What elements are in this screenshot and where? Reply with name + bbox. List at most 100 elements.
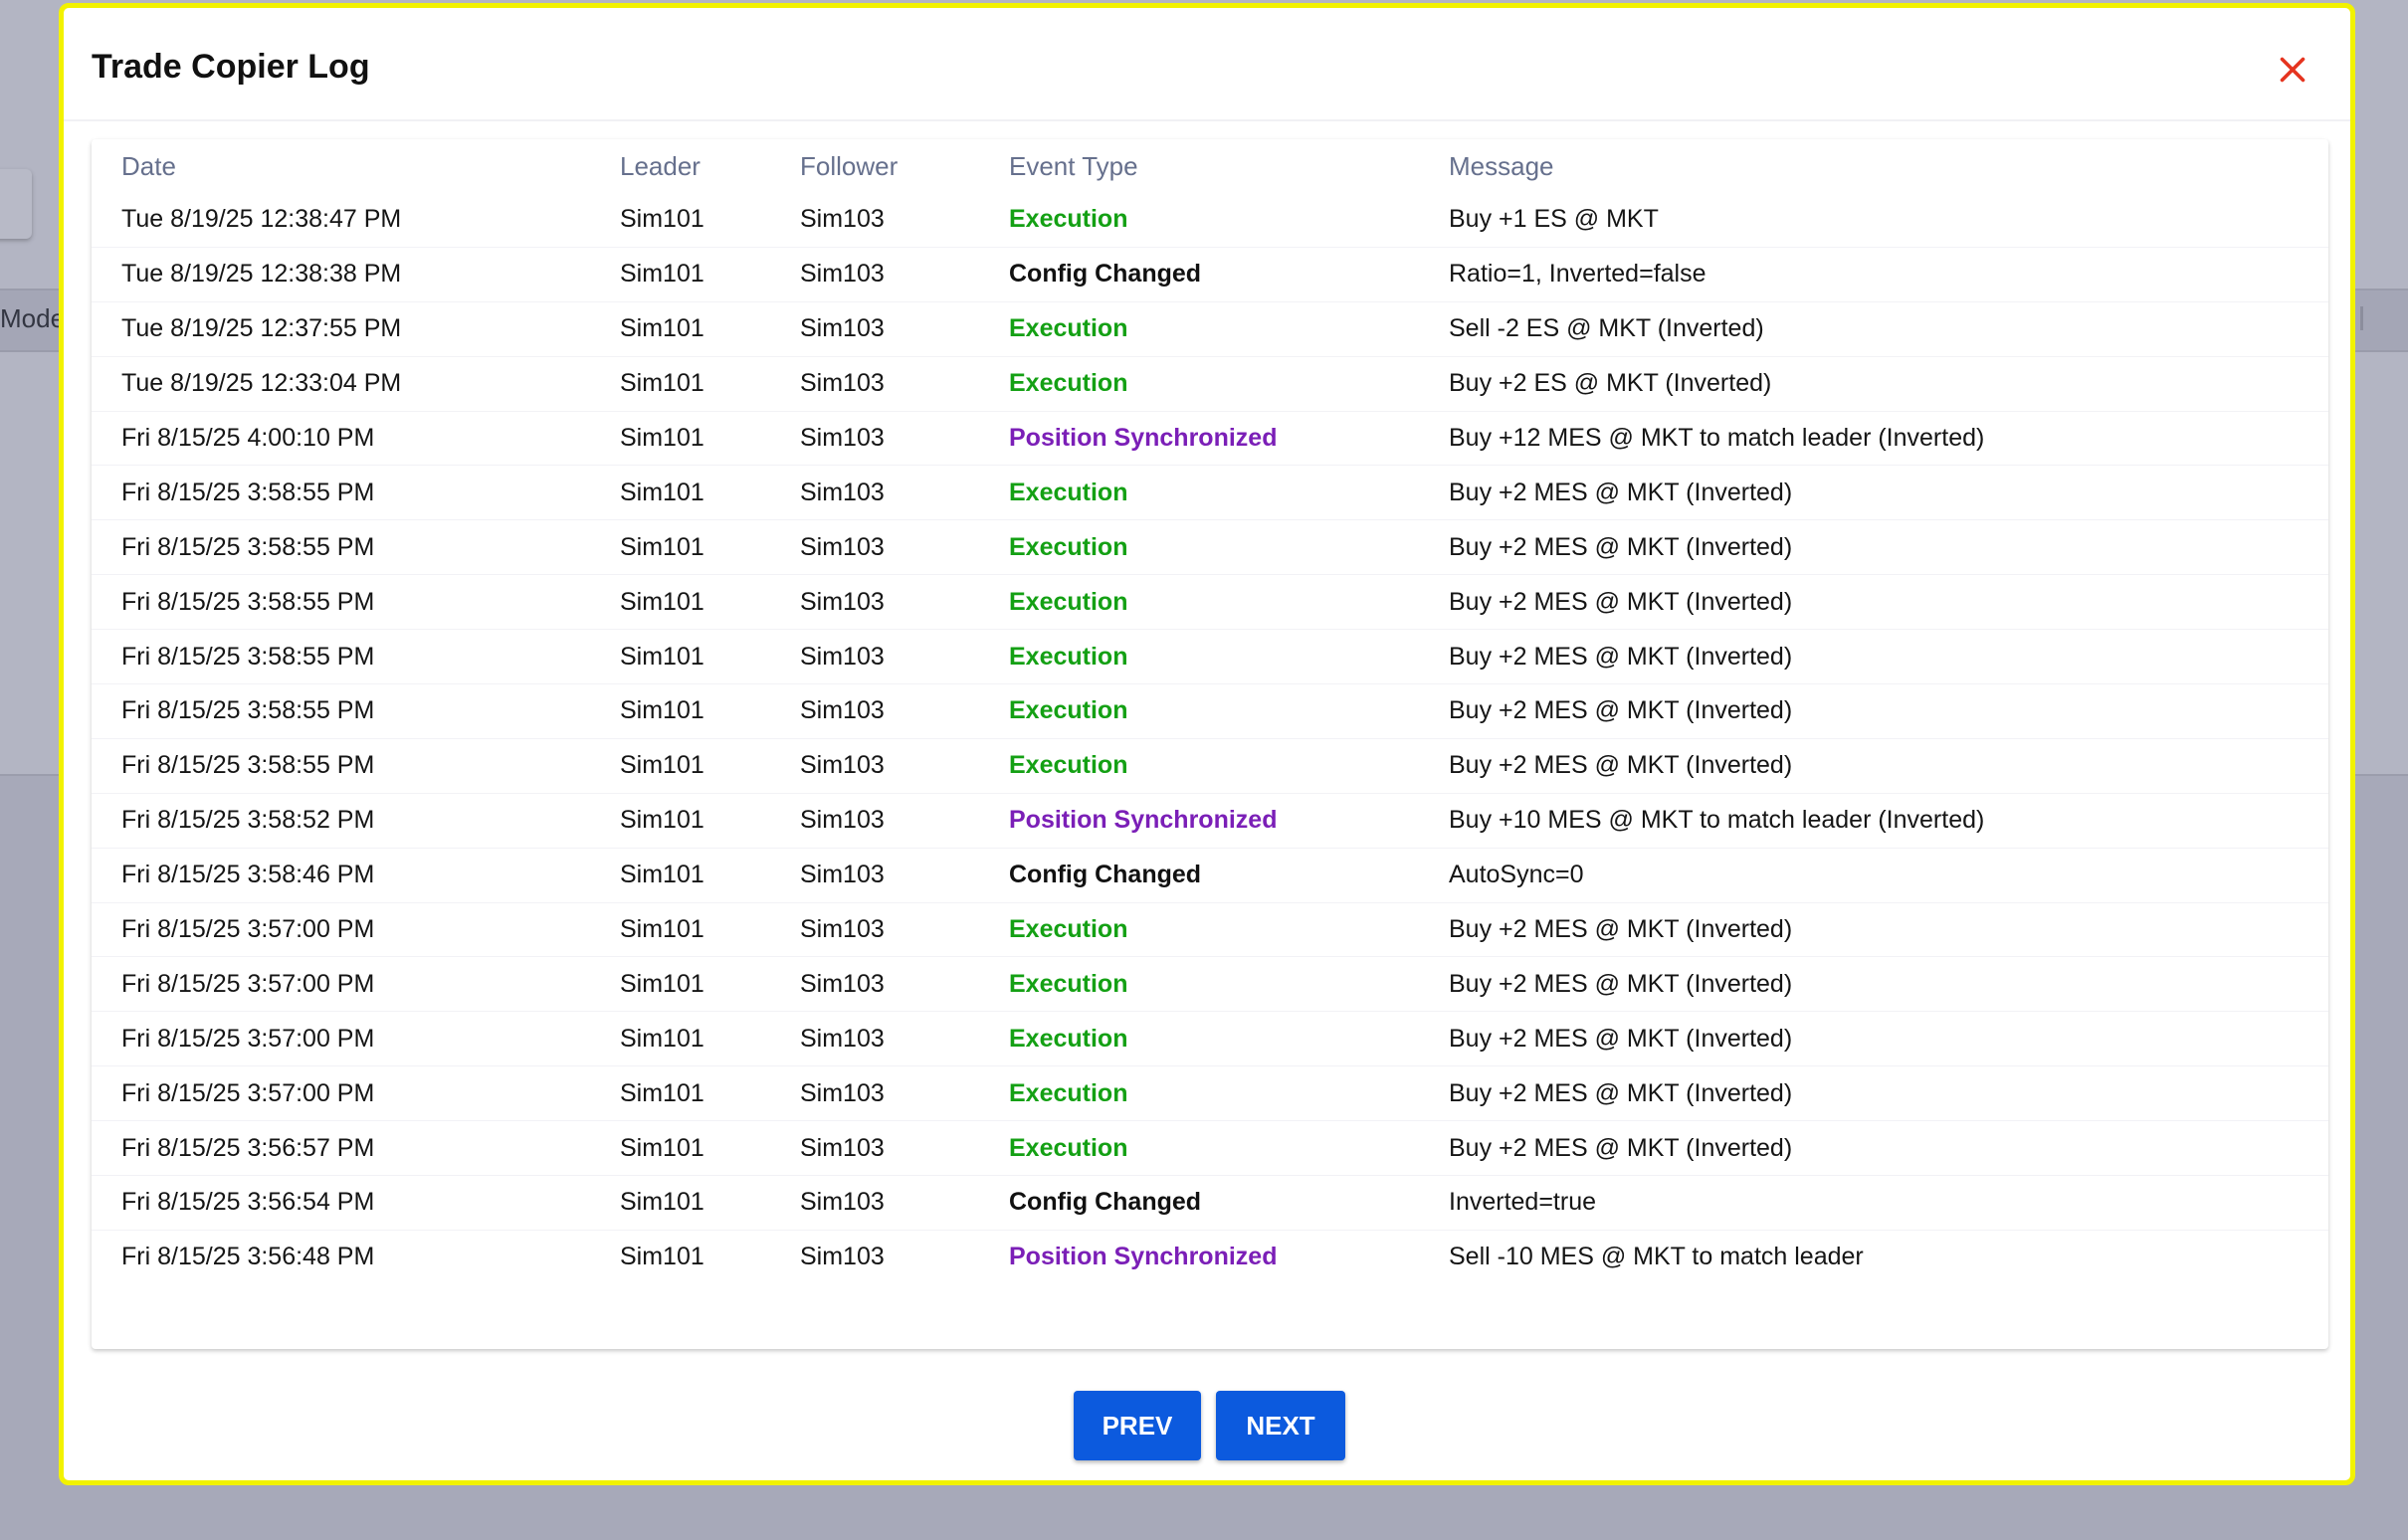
cell-event-type: Position Synchronized: [1009, 1229, 1449, 1284]
cell-message: AutoSync=0: [1449, 847, 2328, 903]
table-row[interactable]: Tue 8/19/25 12:37:55 PM Sim101 Sim103 Execu…: [92, 300, 2328, 357]
table-row[interactable]: Tue 8/19/25 12:33:04 PM Sim101 Sim103 Execu…: [92, 355, 2328, 412]
cell-leader: Sim101: [620, 683, 800, 739]
cell-leader: Sim101: [620, 574, 800, 630]
cell-event-type: Execution: [1009, 629, 1449, 684]
cell-follower: Sim103: [800, 300, 1009, 357]
table-row[interactable]: Tue 8/19/25 12:38:38 PM Sim101 Sim103 Confi…: [92, 246, 2328, 302]
cell-message: Buy +2 MES @ MKT (Inverted): [1449, 1120, 2328, 1176]
cell-date: Tue 8/19/25 12:38:38 PM: [92, 246, 620, 302]
cell-message: Buy +2 ES @ MKT (Inverted): [1449, 355, 2328, 412]
cell-date: Tue 8/19/25 12:33:04 PM: [92, 355, 620, 412]
table-row[interactable]: Fri 8/15/25 3:56:54 PM Sim101 Sim103 Config…: [92, 1175, 2328, 1231]
cell-message: Buy +2 MES @ MKT (Inverted): [1449, 1011, 2328, 1066]
cell-follower: Sim103: [800, 1175, 1009, 1231]
cell-event-type: Config Changed: [1009, 246, 1449, 302]
cell-date: Fri 8/15/25 3:58:55 PM: [92, 683, 620, 739]
cell-event-type: Position Synchronized: [1009, 792, 1449, 849]
cell-follower: Sim103: [800, 847, 1009, 903]
cell-date: Fri 8/15/25 3:57:00 PM: [92, 1011, 620, 1066]
cell-date: Fri 8/15/25 3:58:55 PM: [92, 574, 620, 630]
cell-follower: Sim103: [800, 410, 1009, 466]
cell-leader: Sim101: [620, 901, 800, 957]
cell-leader: Sim101: [620, 410, 800, 466]
cell-date: Fri 8/15/25 3:56:57 PM: [92, 1120, 620, 1176]
cell-event-type: Execution: [1009, 465, 1449, 520]
cell-date: Fri 8/15/25 3:58:55 PM: [92, 737, 620, 794]
cell-event-type: Execution: [1009, 300, 1449, 357]
cell-follower: Sim103: [800, 1011, 1009, 1066]
table-row[interactable]: Fri 8/15/25 3:58:55 PM Sim101 Sim103 Execut…: [92, 574, 2328, 630]
cell-follower: Sim103: [800, 956, 1009, 1012]
cell-event-type: Execution: [1009, 574, 1449, 630]
cell-date: Fri 8/15/25 3:58:55 PM: [92, 519, 620, 575]
cell-date: Fri 8/15/25 3:57:00 PM: [92, 1065, 620, 1121]
column-header-message[interactable]: Message: [1449, 139, 2328, 193]
cell-event-type: Execution: [1009, 1011, 1449, 1066]
cell-follower: Sim103: [800, 246, 1009, 302]
column-header-leader[interactable]: Leader: [620, 139, 800, 193]
table-row[interactable]: Fri 8/15/25 3:58:52 PM Sim101 Sim103 Positi…: [92, 792, 2328, 849]
cell-follower: Sim103: [800, 683, 1009, 739]
cell-date: Fri 8/15/25 3:56:54 PM: [92, 1175, 620, 1231]
cell-event-type: Execution: [1009, 737, 1449, 794]
cell-leader: Sim101: [620, 246, 800, 302]
cell-event-type: Execution: [1009, 683, 1449, 739]
log-table-body: Tue 8/19/25 12:38:47 PM Sim101 Sim103 Execu…: [92, 193, 2328, 1284]
cell-message: Buy +2 MES @ MKT (Inverted): [1449, 956, 2328, 1012]
cell-follower: Sim103: [800, 737, 1009, 794]
cell-date: Fri 8/15/25 4:00:10 PM: [92, 410, 620, 466]
table-row[interactable]: Fri 8/15/25 3:58:55 PM Sim101 Sim103 Execut…: [92, 465, 2328, 520]
table-row[interactable]: Fri 8/15/25 3:58:55 PM Sim101 Sim103 Execut…: [92, 683, 2328, 739]
log-table: Date Leader Follower Event Type Message …: [92, 139, 2328, 1284]
background-card: [0, 169, 32, 239]
cell-date: Fri 8/15/25 3:57:00 PM: [92, 956, 620, 1012]
cell-leader: Sim101: [620, 205, 704, 234]
column-header-date[interactable]: Date: [92, 139, 620, 193]
column-header-event-type[interactable]: Event Type: [1009, 139, 1449, 193]
cell-leader: Sim101: [620, 792, 800, 849]
cell-event-type: Execution: [1009, 901, 1449, 957]
cell-event-type: Execution: [1009, 1120, 1449, 1176]
close-button[interactable]: [2275, 52, 2310, 88]
table-row[interactable]: Fri 8/15/25 3:56:57 PM Sim101 Sim103 Execut…: [92, 1120, 2328, 1176]
column-header-follower[interactable]: Follower: [800, 139, 1009, 193]
cell-leader: Sim101: [620, 956, 800, 1012]
cell-message: Buy +2 MES @ MKT (Inverted): [1449, 737, 2328, 794]
table-row[interactable]: Fri 8/15/25 4:00:10 PM Sim101 Sim103 Positi…: [92, 410, 2328, 466]
background-tick: [2360, 306, 2363, 330]
cell-event-type: Execution: [1009, 355, 1449, 412]
table-row[interactable]: Fri 8/15/25 3:58:55 PM Sim101 Sim103 Execut…: [92, 629, 2328, 684]
cell-follower: Sim103: [800, 629, 1009, 684]
cell-event-type: Execution: [1009, 956, 1449, 1012]
cell-message: Buy +2 MES @ MKT (Inverted): [1449, 1065, 2328, 1121]
table-row[interactable]: Tue 8/19/25 12:38:47 PM Sim101 Sim103 Execu…: [92, 193, 2328, 247]
table-row[interactable]: Fri 8/15/25 3:57:00 PM Sim101 Sim103 Execut…: [92, 1011, 2328, 1066]
dialog-header: Trade Copier Log: [64, 8, 2350, 121]
cell-date: Fri 8/15/25 3:58:55 PM: [92, 465, 620, 520]
cell-message: Buy +1 ES @ MKT: [1449, 205, 1659, 234]
cell-follower: Sim103: [800, 1120, 1009, 1176]
cell-message: Buy +2 MES @ MKT (Inverted): [1449, 629, 2328, 684]
cell-date: Fri 8/15/25 3:57:00 PM: [92, 901, 620, 957]
table-row[interactable]: Fri 8/15/25 3:57:00 PM Sim101 Sim103 Execut…: [92, 901, 2328, 957]
cell-leader: Sim101: [620, 519, 800, 575]
cell-leader: Sim101: [620, 300, 800, 357]
table-row[interactable]: Fri 8/15/25 3:58:46 PM Sim101 Sim103 Config…: [92, 847, 2328, 903]
next-button[interactable]: NEXT: [1216, 1391, 1345, 1460]
table-row[interactable]: Fri 8/15/25 3:58:55 PM Sim101 Sim103 Execut…: [92, 519, 2328, 575]
table-row[interactable]: Fri 8/15/25 3:56:48 PM Sim101 Sim103 Positi…: [92, 1229, 2328, 1284]
cell-message: Buy +2 MES @ MKT (Inverted): [1449, 519, 2328, 575]
cell-event-type: Position Synchronized: [1009, 410, 1449, 466]
prev-button[interactable]: PREV: [1074, 1391, 1201, 1460]
cell-message: Buy +2 MES @ MKT (Inverted): [1449, 574, 2328, 630]
cell-message: Buy +2 MES @ MKT (Inverted): [1449, 901, 2328, 957]
cell-date: Tue 8/19/25 12:37:55 PM: [92, 300, 620, 357]
log-table-card: Date Leader Follower Event Type Message …: [92, 139, 2328, 1349]
table-row[interactable]: Fri 8/15/25 3:58:55 PM Sim101 Sim103 Execut…: [92, 737, 2328, 794]
cell-event-type: Execution: [1009, 1065, 1449, 1121]
table-row[interactable]: Fri 8/15/25 3:57:00 PM Sim101 Sim103 Execut…: [92, 1065, 2328, 1121]
table-row[interactable]: Fri 8/15/25 3:57:00 PM Sim101 Sim103 Execut…: [92, 956, 2328, 1012]
cell-leader: Sim101: [620, 847, 800, 903]
cell-leader: Sim101: [620, 1011, 800, 1066]
